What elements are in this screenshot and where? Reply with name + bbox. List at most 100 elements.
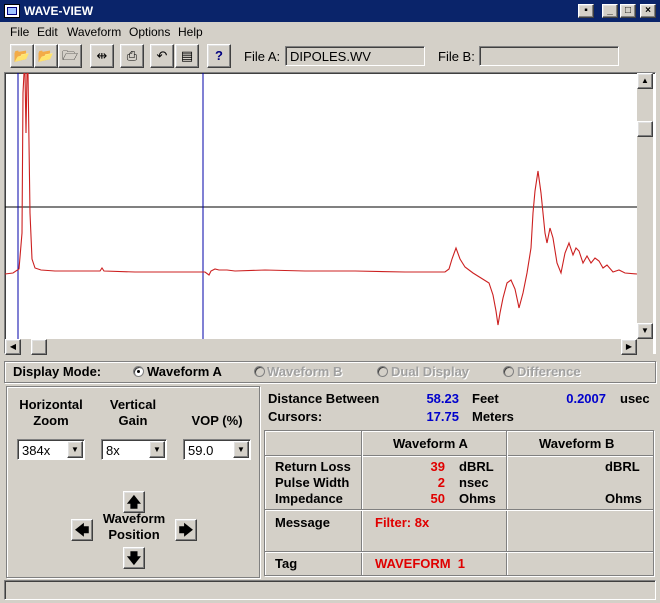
open-folder-icon: 🗁: [61, 48, 79, 63]
title-bar[interactable]: WAVE-VIEW ▪ _ □ ×: [0, 0, 660, 22]
horizontal-scrollbar[interactable]: ◀ ▶: [5, 339, 637, 355]
radio-difference: [503, 366, 514, 377]
distance-meters-value: 17.75: [426, 409, 459, 424]
distance-between-label: Distance Between: [268, 391, 380, 406]
waveform-plot[interactable]: [5, 73, 637, 339]
file-a-field: DIPOLES.WV: [285, 46, 425, 66]
horizontal-zoom-label: Horizontal Zoom: [11, 397, 91, 429]
vop-label: VOP (%): [191, 413, 243, 428]
time-usec-unit: usec: [620, 391, 650, 406]
pulse-width-a-unit: nsec: [459, 475, 489, 490]
vop-select[interactable]: 59.0 ▼: [183, 439, 251, 460]
print-button[interactable]: ⎙: [120, 44, 144, 68]
impedance-a-unit: Ohms: [459, 491, 496, 506]
measurements-table: Waveform A Waveform B Return Loss 39 dBR…: [264, 430, 654, 576]
return-loss-b-unit: dBRL: [605, 459, 640, 474]
position-right-button[interactable]: 🡆: [175, 519, 197, 541]
measurements-panel: Distance Between Cursors: 58.23 Feet 17.…: [264, 386, 656, 578]
pulse-width-a-value: 2: [437, 475, 445, 490]
waveform-trace: [5, 73, 637, 326]
radio-waveform-b: [254, 366, 265, 377]
waveform-position-label-1: Waveform: [102, 511, 166, 526]
vertical-gain-label-1: Vertical: [109, 397, 157, 412]
waveform-graph[interactable]: ▲ ▼ ◀ ▶: [4, 72, 656, 355]
controls-panel: Horizontal Zoom Vertical Gain VOP (%) 38…: [6, 386, 260, 578]
distance-feet-value: 58.23: [426, 391, 459, 406]
chevron-down-icon[interactable]: ▼: [233, 441, 249, 458]
return-loss-a-value: 39: [430, 459, 445, 474]
app-icon[interactable]: [4, 4, 20, 18]
time-usec-value: 0.2007: [566, 391, 606, 406]
message-label: Message: [275, 515, 330, 530]
arrow-down-icon: 🡇: [126, 550, 142, 566]
compare-icon: ⇹: [96, 48, 108, 63]
vertical-scroll-thumb[interactable]: [637, 121, 653, 137]
open-file-a-icon: 📂: [13, 48, 31, 63]
menu-help[interactable]: Help: [178, 25, 203, 39]
display-mode-group: Display Mode: Waveform A Waveform B Dual…: [4, 361, 656, 383]
horizontal-scroll-thumb[interactable]: [31, 339, 47, 355]
open-file-b-button[interactable]: 📂: [34, 44, 58, 68]
menu-waveform[interactable]: Waveform: [67, 25, 121, 39]
menu-edit[interactable]: Edit: [37, 25, 58, 39]
vertical-scrollbar[interactable]: ▲ ▼: [637, 73, 653, 339]
tag-a-value: WAVEFORM 1: [375, 556, 466, 571]
maximize-icon[interactable]: □: [620, 4, 636, 18]
status-bar: [4, 580, 656, 600]
file-b-field: [479, 46, 619, 66]
undo-button[interactable]: ↶: [150, 44, 174, 68]
clipboard-button[interactable]: ▤: [175, 44, 199, 68]
header-waveform-a: Waveform A: [393, 436, 468, 451]
scroll-up-icon[interactable]: ▲: [637, 73, 653, 89]
clipboard-icon: ▤: [180, 48, 194, 63]
waveform-position-label-2: Position: [108, 527, 160, 542]
arrow-right-icon: 🡆: [178, 522, 194, 538]
return-loss-label: Return Loss: [275, 459, 351, 474]
vertical-gain-select[interactable]: 8x ▼: [101, 439, 167, 460]
chevron-down-icon[interactable]: ▼: [67, 441, 83, 458]
vertical-gain-value: 8x: [106, 443, 120, 458]
arrow-up-icon: 🡅: [126, 494, 142, 510]
menu-file[interactable]: File: [10, 25, 29, 39]
help-mode-icon[interactable]: ▪: [578, 4, 594, 18]
toolbar: 📂 📂 🗁 ⇹ ⎙ ↶ ▤? File A: DIPOLES.WV File B:: [0, 42, 660, 72]
close-icon[interactable]: ×: [640, 4, 656, 18]
return-loss-a-unit: dBRL: [459, 459, 494, 474]
vertical-gain-label-2: Gain: [118, 413, 148, 428]
position-left-button[interactable]: 🡄: [71, 519, 93, 541]
impedance-label: Impedance: [275, 491, 343, 506]
undo-icon: ↶: [156, 48, 168, 63]
horizontal-zoom-label-2: Zoom: [33, 413, 69, 428]
minimize-icon[interactable]: _: [602, 4, 618, 18]
help-button[interactable]: ?: [207, 44, 231, 68]
menu-options[interactable]: Options: [129, 25, 170, 39]
horizontal-zoom-select[interactable]: 384x ▼: [17, 439, 85, 460]
waveform-position-label: Waveform Position: [95, 511, 173, 543]
file-b-label: File B:: [438, 49, 475, 64]
print-icon: ⎙: [126, 48, 138, 63]
compare-button[interactable]: ⇹: [90, 44, 114, 68]
horizontal-zoom-label-1: Horizontal: [19, 397, 83, 412]
open-folder-button[interactable]: 🗁: [58, 44, 82, 68]
position-up-button[interactable]: 🡅: [123, 491, 145, 513]
scroll-down-icon[interactable]: ▼: [637, 323, 653, 339]
window-title: WAVE-VIEW: [24, 4, 94, 18]
arrow-left-icon: 🡄: [74, 522, 90, 538]
scroll-right-icon[interactable]: ▶: [621, 339, 637, 355]
radio-waveform-a[interactable]: [133, 366, 144, 377]
radio-waveform-b-label: Waveform B: [267, 364, 343, 379]
radio-dual-display: [377, 366, 388, 377]
radio-difference-label: Difference: [517, 364, 581, 379]
message-a-value: Filter: 8x: [375, 515, 430, 530]
chevron-down-icon[interactable]: ▼: [149, 441, 165, 458]
radio-waveform-a-label[interactable]: Waveform A: [147, 364, 222, 379]
help-icon: ?: [215, 48, 223, 63]
vertical-gain-label: Vertical Gain: [95, 397, 171, 429]
header-waveform-b: Waveform B: [539, 436, 615, 451]
scroll-left-icon[interactable]: ◀: [5, 339, 21, 355]
distance-feet-unit: Feet: [472, 391, 499, 406]
position-down-button[interactable]: 🡇: [123, 547, 145, 569]
open-file-a-button[interactable]: 📂: [10, 44, 34, 68]
display-mode-label: Display Mode:: [13, 364, 102, 379]
scroll-corner: [637, 339, 653, 355]
